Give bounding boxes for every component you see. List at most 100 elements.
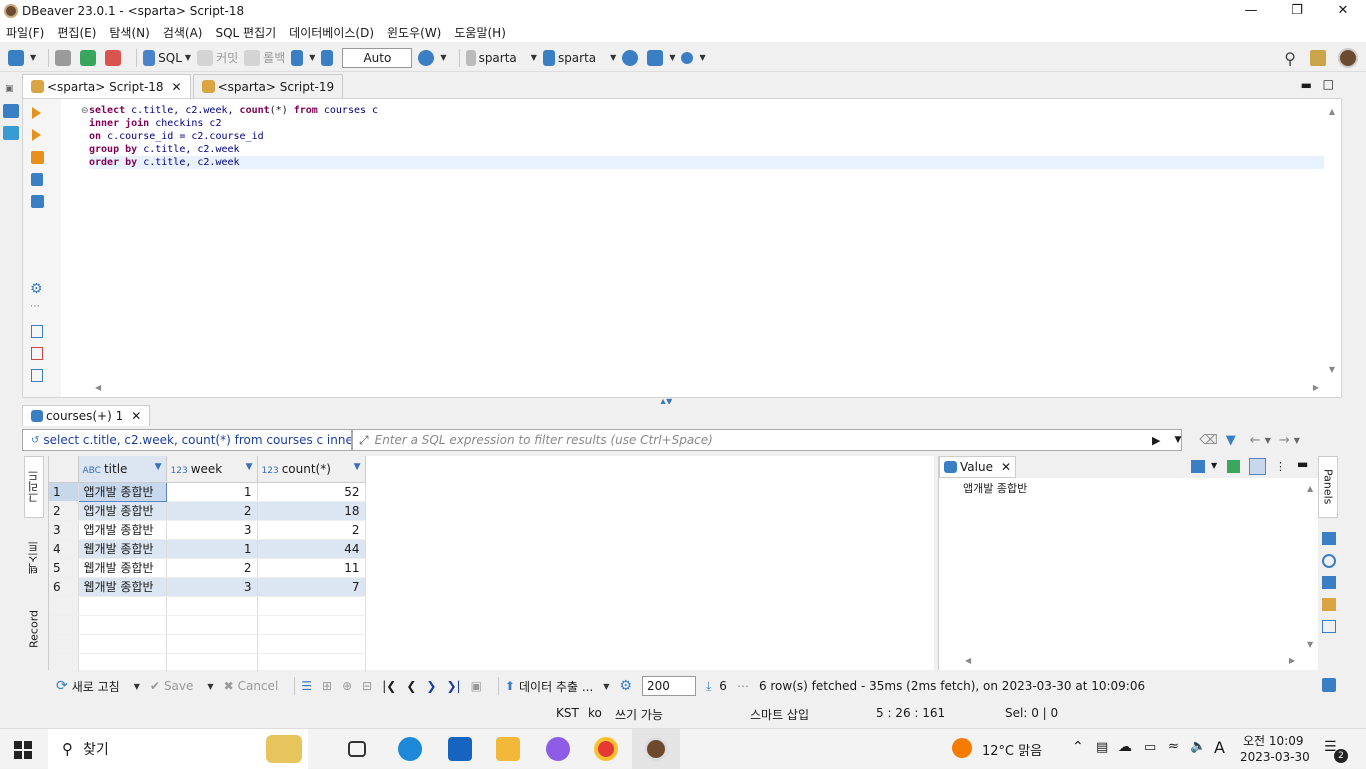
panel-toggle-icon[interactable] bbox=[1322, 678, 1336, 692]
content-viewer-icon[interactable] bbox=[1191, 460, 1205, 473]
clear-filter-icon[interactable]: ⌫ bbox=[1199, 433, 1217, 448]
table-row[interactable]: 3 앱개발 종합반 3 2 bbox=[49, 520, 366, 540]
tools-button[interactable]: ▼ bbox=[647, 49, 675, 66]
menu-sql-editor[interactable]: SQL 편집기 bbox=[215, 24, 276, 41]
reconnect-button[interactable] bbox=[80, 49, 99, 66]
execute-statement-icon[interactable] bbox=[32, 107, 41, 119]
close-results-tab-icon[interactable]: ✕ bbox=[131, 409, 141, 423]
tray-chevron-icon[interactable]: ⌃ bbox=[1072, 739, 1084, 755]
sql-editor-button[interactable]: SQL ▼ bbox=[143, 49, 191, 66]
start-button[interactable] bbox=[14, 741, 32, 759]
value-scroll-right-icon[interactable]: ▶ bbox=[1289, 656, 1295, 665]
menu-file[interactable]: 파일(F) bbox=[6, 24, 44, 41]
sort-icon[interactable]: ▼ bbox=[354, 462, 361, 472]
column-header-title[interactable]: ABC title ▼ bbox=[78, 456, 167, 483]
wifi-icon[interactable]: ≈ bbox=[1168, 739, 1179, 754]
calc-icon[interactable] bbox=[1322, 576, 1336, 589]
grouping-icon[interactable] bbox=[1322, 532, 1336, 545]
tab-script-18[interactable]: <sparta> Script-18 ✕ bbox=[22, 74, 191, 98]
value-view-icon[interactable] bbox=[1322, 620, 1336, 633]
auto-apply-icon[interactable] bbox=[1249, 458, 1266, 475]
value-scroll-up-icon[interactable]: ▲ bbox=[1307, 484, 1313, 493]
schema-selector[interactable]: sparta ▼ bbox=[542, 49, 616, 66]
settings-icon[interactable]: ⚙ bbox=[30, 281, 43, 297]
commit-mode-field[interactable]: Auto bbox=[342, 47, 413, 68]
transaction-mode-button[interactable]: ▼ bbox=[291, 49, 315, 66]
refresh-button[interactable]: ⟳ 새로 고침 ▼ bbox=[56, 678, 140, 695]
close-window-button[interactable]: ✕ bbox=[1320, 0, 1366, 22]
close-value-tab-icon[interactable]: ✕ bbox=[1001, 460, 1011, 474]
execute-script-icon[interactable] bbox=[32, 129, 41, 141]
table-row[interactable]: 2 앱개발 종합반 2 18 bbox=[49, 501, 366, 521]
edit-row-button[interactable]: ☰ bbox=[301, 679, 312, 693]
onedrive-icon[interactable]: ☁ bbox=[1118, 739, 1132, 755]
tab-script-19[interactable]: <sparta> Script-19 bbox=[192, 74, 344, 98]
next-page-button[interactable]: ❯ bbox=[426, 679, 436, 693]
file-icon[interactable] bbox=[31, 369, 43, 382]
menu-database[interactable]: 데이터베이스(D) bbox=[289, 24, 374, 41]
menu-window[interactable]: 윈도우(W) bbox=[387, 24, 441, 41]
search-toolbar-button[interactable]: ▼ bbox=[681, 51, 706, 64]
references-icon[interactable] bbox=[1322, 598, 1336, 611]
table-row[interactable]: 6 웹개발 종합반 3 7 bbox=[49, 577, 366, 597]
prev-page-button[interactable]: ❮ bbox=[406, 679, 416, 693]
minimize-button[interactable]: — bbox=[1228, 0, 1274, 22]
explain-plan-icon[interactable] bbox=[31, 173, 43, 186]
expand-filter-icon[interactable]: ⤢ bbox=[359, 433, 369, 448]
mail-icon[interactable] bbox=[448, 737, 472, 761]
column-header-count[interactable]: 123 count(*) ▼ bbox=[257, 456, 366, 483]
value-scroll-down-icon[interactable]: ▼ bbox=[1307, 640, 1313, 649]
volume-icon[interactable]: 🔈 bbox=[1190, 739, 1206, 754]
fetch-size-input[interactable]: 200 bbox=[641, 676, 696, 696]
dbeaver-taskbar-button[interactable] bbox=[632, 729, 680, 769]
fetch-settings-button[interactable]: ⚙ bbox=[619, 678, 632, 694]
history-button[interactable]: ▼ bbox=[418, 49, 447, 66]
database-navigator-icon[interactable] bbox=[3, 104, 19, 118]
column-header-week[interactable]: 123 week ▼ bbox=[166, 456, 258, 483]
edge-icon[interactable] bbox=[398, 737, 422, 761]
ime-indicator[interactable]: A bbox=[1214, 738, 1225, 757]
fetch-all-button[interactable]: ⤓ 6 bbox=[706, 679, 727, 694]
scroll-right-icon[interactable]: ▶ bbox=[1313, 383, 1319, 392]
global-search-icon[interactable]: ⚲ bbox=[1284, 49, 1296, 68]
weather-icon[interactable] bbox=[952, 738, 972, 758]
rollback-button[interactable]: 롤백 bbox=[244, 49, 285, 66]
datasource-selector[interactable]: sparta ▼ bbox=[465, 49, 537, 66]
query-text-display[interactable]: ↺ select c.title, c2.week, count(*) from… bbox=[22, 429, 352, 451]
tab-record-view[interactable]: Record bbox=[24, 598, 44, 660]
minimize-editor-icon[interactable]: ▬ bbox=[1301, 78, 1312, 92]
layout-button[interactable]: ▣ bbox=[471, 679, 482, 693]
tab-grid-view[interactable]: 그리드 bbox=[24, 456, 44, 518]
funnel-icon[interactable]: ▼ bbox=[1226, 433, 1236, 448]
copy-row-button[interactable]: ⊕ bbox=[342, 679, 352, 693]
more-options-icon[interactable]: ⋮ bbox=[1275, 460, 1286, 473]
maximize-editor-icon[interactable]: □ bbox=[1323, 77, 1334, 91]
tab-results[interactable]: courses(+) 1 ✕ bbox=[22, 405, 151, 426]
battery-icon[interactable]: ▭ bbox=[1144, 740, 1156, 755]
apply-filter-icon[interactable]: ▶ bbox=[1152, 434, 1160, 447]
photos-icon[interactable] bbox=[546, 737, 570, 761]
sql-code[interactable]: select c.title, c2.week, count(*) from c… bbox=[89, 104, 1324, 169]
tab-text-view[interactable]: 텍스트 bbox=[24, 518, 44, 598]
back-icon[interactable]: ← bbox=[1250, 433, 1261, 448]
commit-button[interactable]: 커밋 bbox=[197, 49, 238, 66]
sort-icon[interactable]: ▼ bbox=[246, 462, 253, 472]
tab-panels[interactable]: Panels bbox=[1318, 456, 1338, 518]
maximize-button[interactable]: ❐ bbox=[1274, 0, 1320, 22]
scroll-down-icon[interactable]: ▼ bbox=[1329, 365, 1335, 374]
filter-history-icon[interactable]: ▼ bbox=[1174, 435, 1181, 445]
delete-row-button[interactable]: ⊟ bbox=[362, 679, 372, 693]
add-row-button[interactable]: ⊞ bbox=[322, 679, 332, 693]
taskbar-search[interactable]: ⚲ 찾기 bbox=[48, 729, 308, 769]
import-icon[interactable] bbox=[31, 347, 43, 360]
clock-time[interactable]: 오전 10:09 bbox=[1243, 732, 1303, 749]
more-icon[interactable]: ⋯ bbox=[737, 679, 749, 693]
file-explorer-icon[interactable] bbox=[496, 737, 520, 761]
chrome-icon[interactable] bbox=[594, 737, 618, 761]
last-page-button[interactable]: ❯| bbox=[446, 679, 460, 693]
forward-dropdown-icon[interactable]: ▼ bbox=[1294, 436, 1300, 445]
projects-icon[interactable] bbox=[3, 126, 19, 140]
menu-edit[interactable]: 편집(E) bbox=[57, 24, 96, 41]
new-connection-button[interactable]: ▼ bbox=[8, 49, 36, 66]
value-content[interactable]: 앱개발 종합반 bbox=[963, 480, 1027, 496]
